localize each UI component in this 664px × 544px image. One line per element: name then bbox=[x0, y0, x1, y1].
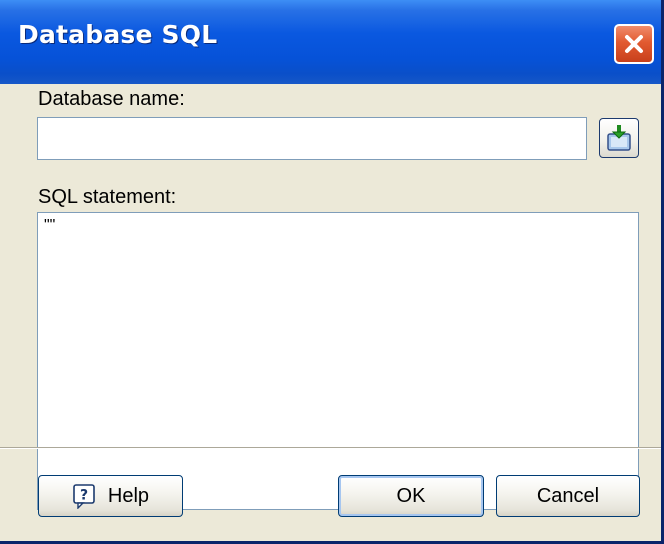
cancel-button[interactable]: Cancel bbox=[496, 475, 640, 517]
help-icon: ? bbox=[73, 484, 95, 509]
dialog-body: Database name: SQL statement: "" ? Help … bbox=[0, 84, 661, 541]
database-name-label: Database name: bbox=[38, 88, 185, 110]
cancel-button-label: Cancel bbox=[536, 484, 600, 507]
button-separator bbox=[0, 447, 661, 449]
ok-button[interactable]: OK bbox=[338, 475, 484, 517]
close-icon bbox=[625, 35, 643, 53]
sql-statement-textarea[interactable]: "" bbox=[37, 212, 639, 510]
help-button[interactable]: ? Help bbox=[38, 475, 183, 517]
close-button[interactable] bbox=[614, 24, 654, 64]
database-name-input[interactable] bbox=[37, 117, 587, 160]
browse-database-button[interactable] bbox=[599, 118, 639, 158]
dialog-title: Database SQL bbox=[18, 20, 218, 49]
help-button-label: Help bbox=[107, 484, 150, 507]
sql-statement-label: SQL statement: bbox=[38, 186, 177, 208]
ok-button-label: OK bbox=[396, 484, 426, 507]
svg-text:?: ? bbox=[80, 488, 88, 504]
title-bar[interactable]: Database SQL bbox=[0, 0, 661, 84]
database-browse-icon bbox=[607, 125, 631, 151]
database-sql-dialog: Database SQL Database name: SQL statemen… bbox=[0, 0, 664, 544]
